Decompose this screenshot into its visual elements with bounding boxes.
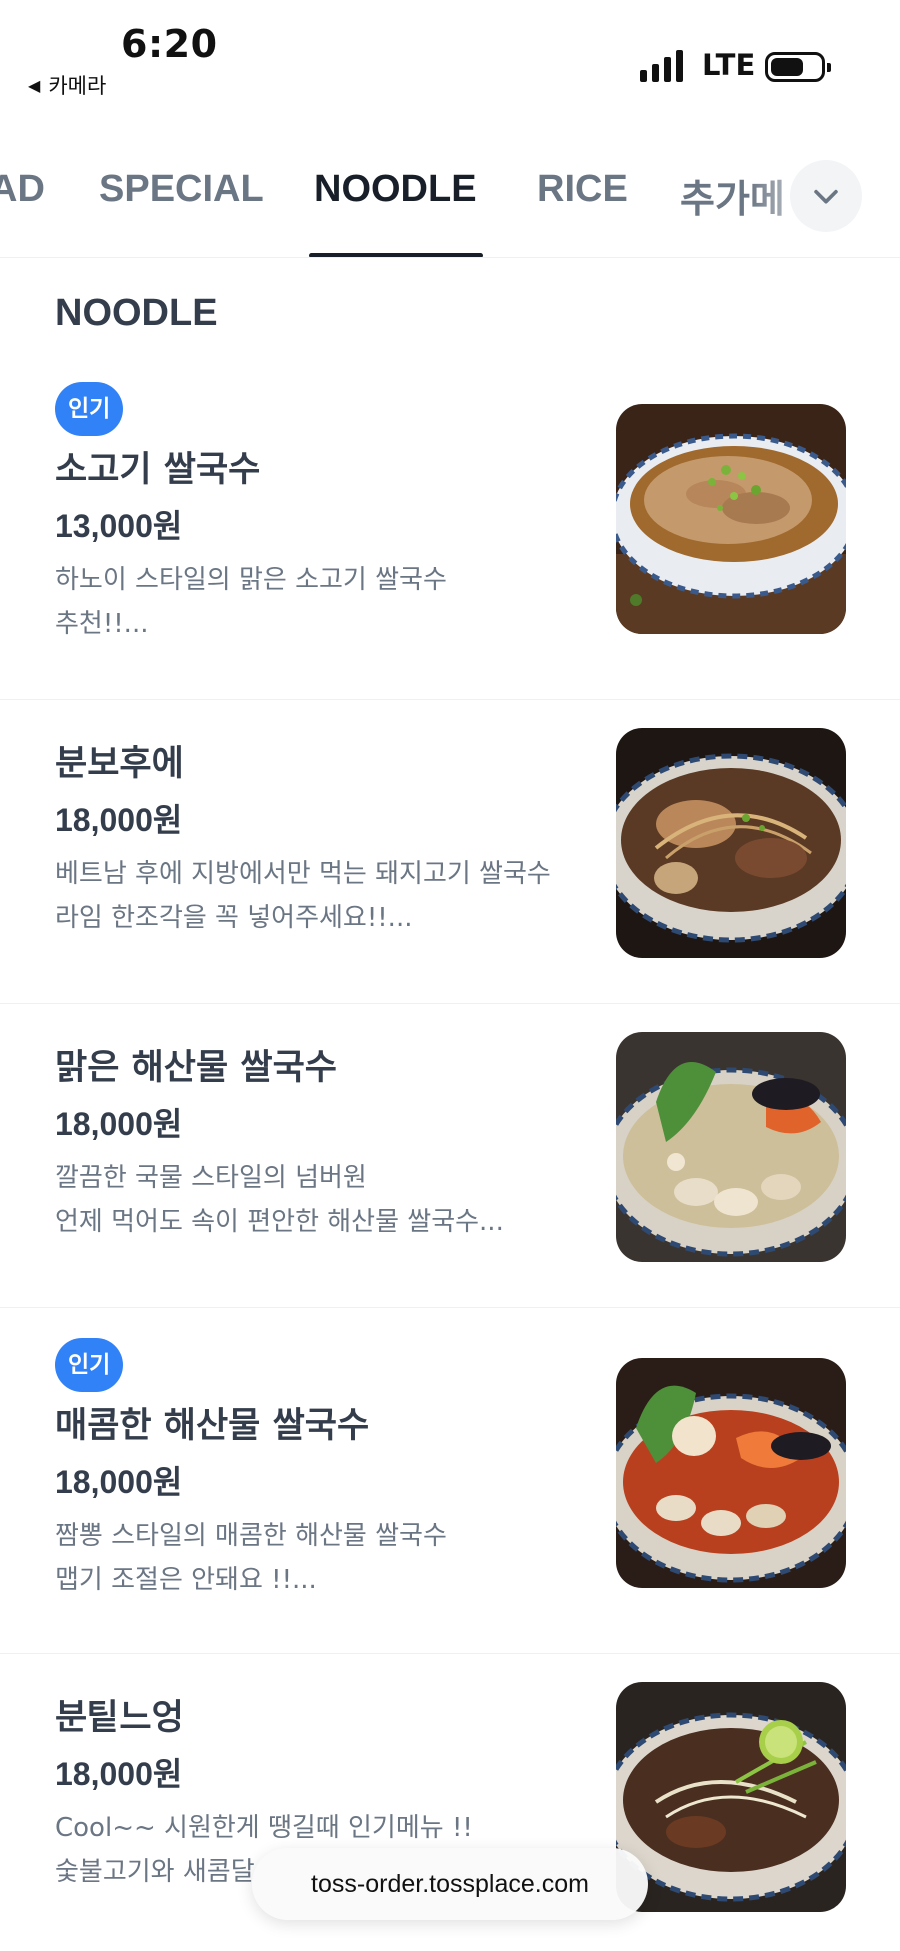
battery-icon (765, 52, 831, 82)
tabs-expand-button[interactable] (790, 160, 862, 232)
menu-item-spicy-seafood-pho[interactable]: 인기 매콤한 해산물 쌀국수 18,000원 짬뽕 스타일의 매콤한 해산물 쌀… (0, 1308, 900, 1654)
menu-item-name: 분팉느엉 (55, 1698, 184, 1738)
menu-item-photo (616, 1682, 846, 1912)
browser-url-bar[interactable]: toss-order.tossplace.com (252, 1848, 648, 1920)
menu-item-description: 하노이 스타일의 맑은 소고기 쌀국수 추천!!... (55, 565, 447, 639)
menu-item-name: 매콤한 해산물 쌀국수 (55, 1406, 370, 1446)
network-label: LTE (702, 48, 756, 82)
back-app-label: 카메라 (48, 74, 107, 98)
menu-item-photo (616, 1032, 846, 1262)
menu-item-photo (616, 728, 846, 958)
tab-special[interactable]: SPECIAL (99, 168, 264, 211)
url-text: toss-order.tossplace.com (311, 1869, 589, 1898)
menu-item-description: 깔끔한 국물 스타일의 넘버원 언제 먹어도 속이 편안한 해산물 쌀국수... (55, 1163, 504, 1237)
section-title: NOODLE (55, 292, 218, 334)
menu-item-price: 13,000원 (55, 508, 183, 544)
menu-item-description: 짬뽕 스타일의 매콤한 해산물 쌀국수 맵기 조절은 안돼요 !!... (55, 1521, 447, 1595)
back-to-app-link[interactable]: ◀ 카메라 (28, 70, 106, 100)
menu-item-description: 베트남 후에 지방에서만 먹는 돼지고기 쌀국수 라임 한조각을 꼭 넣어주세요… (55, 859, 551, 933)
chevron-down-icon (814, 189, 838, 204)
menu-item-beef-pho[interactable]: 인기 소고기 쌀국수 13,000원 하노이 스타일의 맑은 소고기 쌀국수 추… (0, 380, 900, 700)
menu-item-name: 분보후에 (55, 744, 184, 784)
tab-noodle[interactable]: NOODLE (314, 168, 477, 211)
menu-item-photo (616, 404, 846, 634)
tab-rice[interactable]: RICE (537, 168, 628, 211)
menu-item-photo (616, 1358, 846, 1588)
menu-item-price: 18,000원 (55, 1756, 183, 1792)
popular-badge: 인기 (55, 1338, 124, 1392)
active-tab-indicator (309, 253, 483, 257)
menu-item-clear-seafood-pho[interactable]: 맑은 해산물 쌀국수 18,000원 깔끔한 국물 스타일의 넘버원 언제 먹어… (0, 1004, 900, 1308)
status-time: 6:20 (121, 22, 218, 66)
tab-ad[interactable]: AD (0, 168, 45, 211)
menu-item-bun-bo-hue[interactable]: 분보후에 18,000원 베트남 후에 지방에서만 먹는 돼지고기 쌀국수 라임… (0, 700, 900, 1004)
popular-badge: 인기 (55, 382, 124, 436)
menu-item-price: 18,000원 (55, 1464, 183, 1500)
menu-item-name: 맑은 해산물 쌀국수 (55, 1048, 337, 1088)
back-triangle-icon: ◀ (28, 75, 41, 95)
status-bar: 6:20 ◀ 카메라 LTE (0, 0, 900, 110)
category-tabs: AD SPECIAL NOODLE RICE 추가메 (0, 140, 900, 258)
menu-item-name: 소고기 쌀국수 (55, 450, 261, 490)
menu-item-price: 18,000원 (55, 802, 183, 838)
signal-icon (640, 50, 683, 82)
menu-item-price: 18,000원 (55, 1106, 183, 1142)
